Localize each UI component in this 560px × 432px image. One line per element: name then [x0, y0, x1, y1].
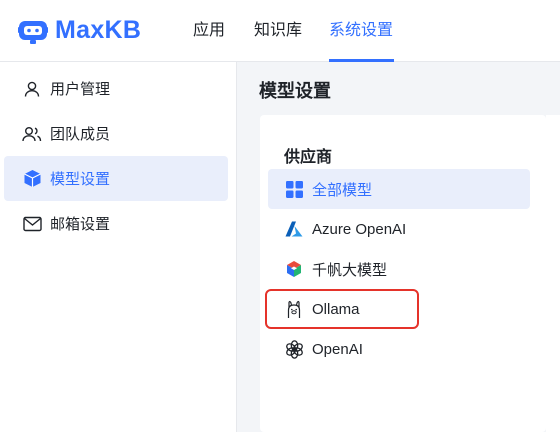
team-icon	[22, 124, 42, 144]
nav-tab-system-settings[interactable]: 系统设置	[329, 0, 393, 62]
provider-item-all-models[interactable]: 全部模型	[268, 169, 530, 209]
sidebar: 用户管理 团队成员 模型设置 邮箱设置	[0, 62, 237, 432]
page-title: 模型设置	[259, 81, 331, 101]
sidebar-item-label: 团队成员	[50, 126, 111, 143]
robot-logo-icon	[18, 20, 48, 44]
azure-icon	[284, 219, 304, 239]
openai-icon	[284, 339, 304, 359]
provider-item-label: OpenAI	[312, 340, 363, 358]
sidebar-item-user-management[interactable]: 用户管理	[4, 66, 228, 111]
ollama-highlight-box	[265, 289, 419, 329]
provider-item-label: 全部模型	[312, 181, 373, 199]
logo[interactable]: MaxKB	[18, 16, 141, 45]
grid-icon	[284, 179, 304, 199]
app-name: MaxKB	[55, 16, 142, 44]
sidebar-item-label: 模型设置	[50, 171, 111, 188]
sidebar-item-label: 邮箱设置	[50, 216, 111, 233]
top-header: MaxKB 应用 知识库 系统设置	[0, 0, 560, 62]
provider-item-openai[interactable]: OpenAI	[268, 329, 530, 369]
mail-icon	[22, 214, 42, 234]
nav-tab-apps[interactable]: 应用	[193, 0, 225, 62]
provider-item-label: 千帆大模型	[312, 261, 388, 279]
cube-icon	[22, 169, 42, 189]
provider-item-label: Azure OpenAI	[312, 220, 407, 238]
sidebar-item-label: 用户管理	[50, 81, 111, 98]
sidebar-item-team-members[interactable]: 团队成员	[4, 111, 228, 156]
provider-item-azure-openai[interactable]: Azure OpenAI	[268, 209, 530, 249]
sidebar-item-model-settings[interactable]: 模型设置	[4, 156, 228, 201]
qianfan-icon	[284, 259, 304, 279]
sidebar-item-mail-settings[interactable]: 邮箱设置	[4, 201, 228, 246]
provider-item-qianfan[interactable]: 千帆大模型	[268, 249, 530, 289]
user-icon	[22, 79, 42, 99]
provider-section-title: 供应商	[284, 149, 333, 166]
model-list-panel	[546, 115, 560, 432]
active-tab-indicator	[329, 59, 394, 62]
nav-tab-knowledge[interactable]: 知识库	[254, 0, 302, 62]
provider-panel: 供应商 全部模型 Azure OpenAI 千帆大模型 Ollama OpenA…	[260, 115, 547, 432]
